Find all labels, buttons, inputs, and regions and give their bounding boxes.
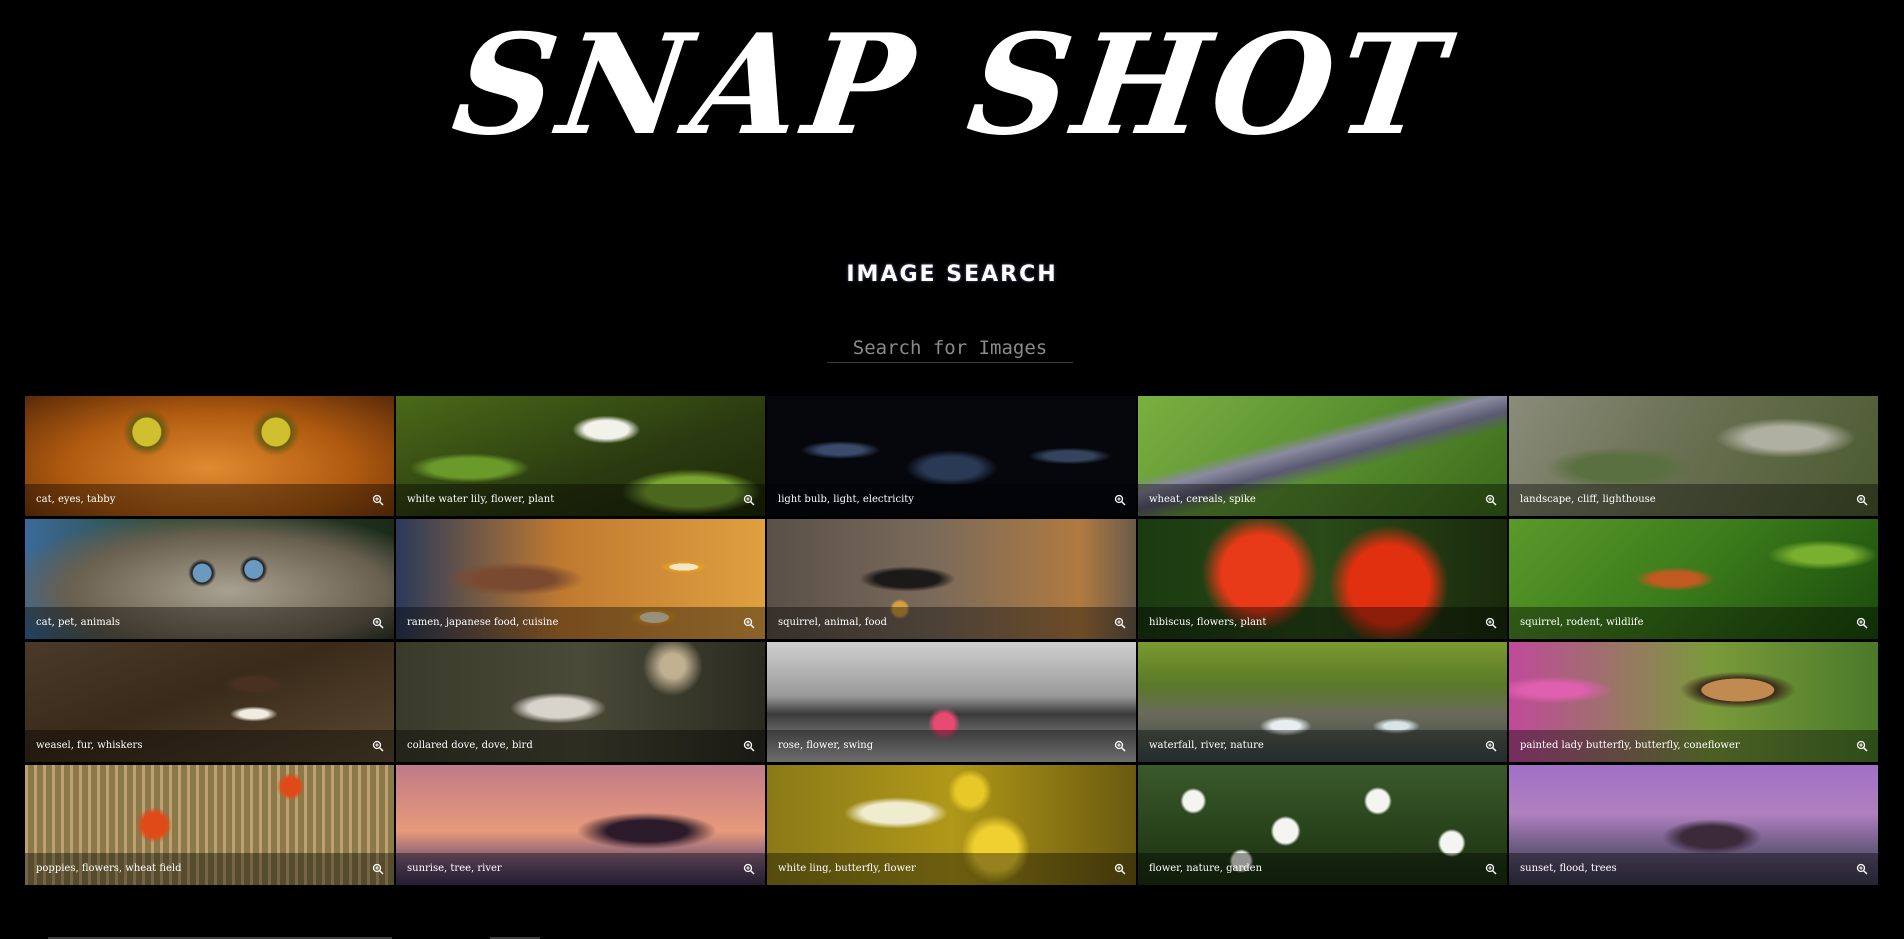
result-caption: light bulb, light, electricity <box>778 494 914 505</box>
result-caption: painted lady butterfly, butterfly, conef… <box>1520 740 1740 751</box>
image-result[interactable]: cat, eyes, tabby <box>25 396 394 516</box>
app-logo: SNAP SHOT <box>444 3 1460 166</box>
result-caption: waterfall, river, nature <box>1149 740 1264 751</box>
zoom-in-icon[interactable] <box>1856 863 1868 875</box>
result-caption: rose, flower, swing <box>778 740 874 751</box>
result-caption: sunrise, tree, river <box>407 863 502 874</box>
zoom-in-icon[interactable] <box>1114 494 1126 506</box>
page-subtitle: IMAGE SEARCH <box>846 262 1058 287</box>
zoom-in-icon[interactable] <box>372 494 384 506</box>
image-result[interactable]: white water lily, flower, plant <box>396 396 765 516</box>
result-caption: landscape, cliff, lighthouse <box>1520 494 1656 505</box>
image-result[interactable]: hibiscus, flowers, plant <box>1138 519 1507 639</box>
zoom-in-icon[interactable] <box>1485 617 1497 629</box>
result-caption: poppies, flowers, wheat field <box>36 863 182 874</box>
result-caption: flower, nature, garden <box>1149 863 1263 874</box>
zoom-in-icon[interactable] <box>1856 617 1868 629</box>
result-caption: sunset, flood, trees <box>1520 863 1617 874</box>
zoom-in-icon[interactable] <box>1114 617 1126 629</box>
image-result[interactable]: wheat, cereals, spike <box>1138 396 1507 516</box>
image-result[interactable]: squirrel, rodent, wildlife <box>1509 519 1878 639</box>
result-caption: ramen, japanese food, cuisine <box>407 617 559 628</box>
zoom-in-icon[interactable] <box>1485 740 1497 752</box>
zoom-in-icon[interactable] <box>372 617 384 629</box>
zoom-in-icon[interactable] <box>743 617 755 629</box>
result-caption: cat, pet, animals <box>36 617 121 628</box>
zoom-in-icon[interactable] <box>1485 863 1497 875</box>
result-caption: white ling, butterfly, flower <box>778 863 916 874</box>
image-result[interactable]: landscape, cliff, lighthouse <box>1509 396 1878 516</box>
image-result[interactable]: sunrise, tree, river <box>396 765 765 885</box>
image-result[interactable]: collared dove, dove, bird <box>396 642 765 762</box>
image-result[interactable]: waterfall, river, nature <box>1138 642 1507 762</box>
result-caption: collared dove, dove, bird <box>407 740 533 751</box>
image-result[interactable]: cat, pet, animals <box>25 519 394 639</box>
image-grid: cat, eyes, tabby white water lily, flowe… <box>25 396 1879 885</box>
zoom-in-icon[interactable] <box>1114 740 1126 752</box>
zoom-in-icon[interactable] <box>1485 494 1497 506</box>
zoom-in-icon[interactable] <box>743 494 755 506</box>
result-caption: cat, eyes, tabby <box>36 494 116 505</box>
zoom-in-icon[interactable] <box>372 863 384 875</box>
page: SNAP SHOT IMAGE SEARCH cat, eyes, tabby … <box>0 0 1904 939</box>
image-result[interactable]: poppies, flowers, wheat field <box>25 765 394 885</box>
result-caption: squirrel, animal, food <box>778 617 887 628</box>
result-caption: wheat, cereals, spike <box>1149 494 1256 505</box>
zoom-in-icon[interactable] <box>743 740 755 752</box>
zoom-in-icon[interactable] <box>1856 494 1868 506</box>
image-result[interactable]: white ling, butterfly, flower <box>767 765 1136 885</box>
result-caption: hibiscus, flowers, plant <box>1149 617 1267 628</box>
search-input[interactable] <box>827 334 1073 363</box>
image-result[interactable]: painted lady butterfly, butterfly, conef… <box>1509 642 1878 762</box>
image-result[interactable]: ramen, japanese food, cuisine <box>396 519 765 639</box>
zoom-in-icon[interactable] <box>372 740 384 752</box>
result-caption: squirrel, rodent, wildlife <box>1520 617 1644 628</box>
image-result[interactable]: squirrel, animal, food <box>767 519 1136 639</box>
image-result[interactable]: weasel, fur, whiskers <box>25 642 394 762</box>
zoom-in-icon[interactable] <box>1856 740 1868 752</box>
image-result[interactable]: flower, nature, garden <box>1138 765 1507 885</box>
zoom-in-icon[interactable] <box>1114 863 1126 875</box>
image-result[interactable]: rose, flower, swing <box>767 642 1136 762</box>
zoom-in-icon[interactable] <box>743 863 755 875</box>
image-result[interactable]: light bulb, light, electricity <box>767 396 1136 516</box>
image-result[interactable]: sunset, flood, trees <box>1509 765 1878 885</box>
result-caption: white water lily, flower, plant <box>407 494 555 505</box>
result-caption: weasel, fur, whiskers <box>36 740 143 751</box>
